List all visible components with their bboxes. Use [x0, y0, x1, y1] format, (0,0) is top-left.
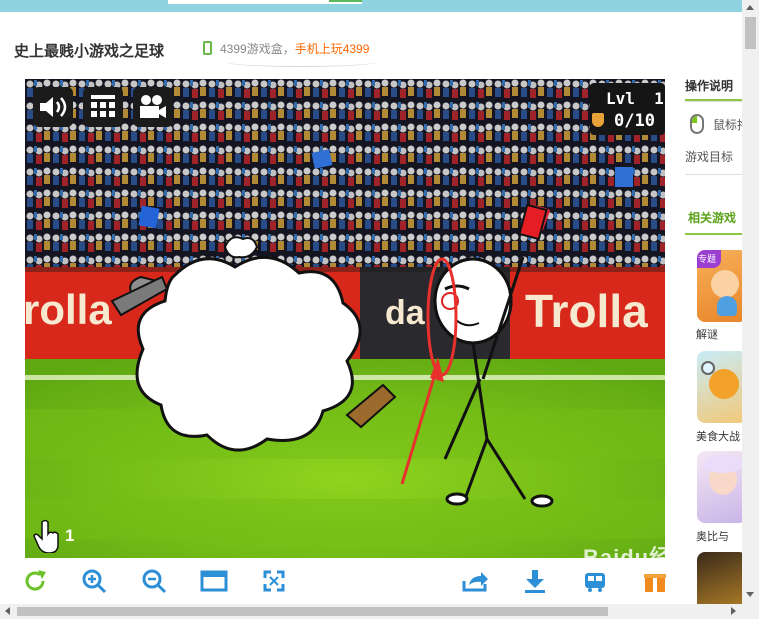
horizontal-scroll-thumb[interactable]	[17, 607, 608, 616]
refresh-icon	[25, 570, 46, 591]
fullscreen-button[interactable]	[259, 566, 289, 596]
box-promo[interactable]: 4399游戏盒， 手机上玩4399	[203, 39, 369, 57]
game-thumb-1[interactable]: 专题	[697, 250, 742, 322]
banner-text-left: rolla	[25, 286, 112, 333]
vertical-scroll-thumb[interactable]	[745, 17, 756, 49]
ops-divider	[685, 101, 742, 102]
video-camera-icon	[140, 95, 166, 118]
share-button[interactable]	[460, 566, 490, 596]
top-strip	[0, 0, 742, 12]
scroll-up-icon[interactable]	[746, 5, 754, 10]
sound-button[interactable]	[33, 87, 73, 127]
level-panel: Lvl 1 0/10	[590, 83, 665, 135]
mouse-instruction: 鼠标拖	[713, 118, 742, 132]
video-button[interactable]	[133, 87, 173, 127]
hint-button[interactable]: 1	[33, 519, 74, 553]
refresh-button[interactable]	[20, 566, 50, 596]
goal-label: 游戏目标	[685, 150, 734, 164]
menu-button[interactable]	[83, 87, 123, 127]
game-thumb-2[interactable]	[697, 351, 742, 423]
zoom-out-icon	[142, 569, 167, 594]
hint-count: 1	[65, 526, 75, 545]
ops-heading: 操作说明	[685, 79, 734, 93]
window-icon	[200, 570, 228, 592]
scroll-down-icon[interactable]	[746, 592, 754, 597]
promo-prefix: 4399游戏盒，	[220, 41, 295, 56]
hand-pointer-icon	[33, 519, 59, 553]
scroll-left-icon[interactable]	[5, 607, 10, 615]
window-mode-button[interactable]	[199, 566, 229, 596]
trophy-icon	[592, 113, 604, 127]
game-thumb-4[interactable]	[697, 552, 742, 610]
level-label: Lvl 1	[606, 89, 664, 108]
speaker-icon	[40, 97, 67, 117]
zoom-out-button[interactable]	[139, 566, 169, 596]
banner-text-mid: da	[385, 294, 425, 332]
related-underline	[685, 233, 742, 235]
promo-link[interactable]: 手机上玩4399	[295, 40, 370, 57]
vertical-scrollbar[interactable]	[742, 0, 759, 604]
related-heading: 相关游戏	[688, 211, 737, 225]
game-label-1[interactable]: 解谜	[696, 326, 718, 342]
game-label-2[interactable]: 美食大战	[696, 428, 740, 444]
page: 史上最贱小游戏之足球 4399游戏盒， 手机上玩4399 rolla da Tr…	[0, 0, 759, 619]
scrollbar-corner	[742, 604, 759, 619]
goal-divider	[685, 174, 742, 175]
game-label-3[interactable]: 奥比与	[696, 528, 729, 544]
promo-underline	[226, 57, 376, 67]
watermark: Baidu经验	[583, 545, 696, 570]
zoom-in-icon	[82, 569, 107, 594]
progress-counter: 0/10	[614, 111, 655, 131]
scroll-right-icon[interactable]	[731, 607, 736, 615]
banner-text-right: Trolla	[525, 285, 648, 337]
page-title: 史上最贱小游戏之足球	[14, 43, 165, 60]
grid-menu-icon	[91, 95, 115, 117]
mouse-icon	[690, 114, 704, 134]
download-icon	[525, 570, 545, 593]
download-button[interactable]	[520, 566, 550, 596]
tab-notch-accent	[329, 0, 362, 2]
right-sidebar: 操作说明 鼠标拖 游戏目标 相关游戏 专题 解谜 美食大战 奥比与	[685, 70, 742, 610]
thumb-badge: 专题	[698, 254, 717, 264]
game-thumb-3[interactable]	[697, 451, 742, 523]
phone-icon	[203, 41, 212, 55]
horizontal-scrollbar[interactable]	[0, 604, 742, 619]
fullscreen-icon	[263, 570, 285, 592]
share-icon	[462, 572, 488, 592]
game-canvas[interactable]: rolla da Trolla Lvl 1 0/10 1	[25, 79, 665, 558]
zoom-in-button[interactable]	[79, 566, 109, 596]
